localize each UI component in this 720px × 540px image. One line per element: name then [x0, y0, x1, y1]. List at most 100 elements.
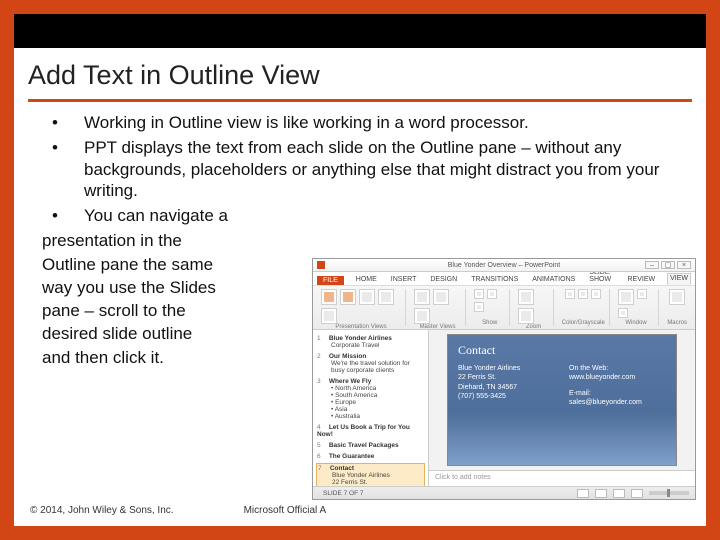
minimize-icon[interactable]: – [645, 261, 659, 269]
outline-title: Basic Travel Packages [329, 442, 399, 449]
outline-title: Our Mission [329, 353, 367, 360]
bullet-3-line: Outline pane the same [42, 254, 302, 275]
cascade-icon[interactable] [618, 308, 628, 318]
outline-sub: • North America [331, 385, 424, 392]
outline-sub: Corporate Travel [331, 342, 424, 349]
tab-review[interactable]: REVIEW [625, 275, 657, 285]
ribbon-group-window: Window [614, 289, 660, 326]
outline-item[interactable]: 4 Let Us Book a Trip for You Now! [317, 424, 424, 438]
tab-file[interactable]: FILE [317, 276, 344, 285]
close-icon[interactable]: × [677, 261, 691, 269]
tab-home[interactable]: HOME [354, 275, 379, 285]
macros-icon[interactable] [669, 289, 685, 305]
blackwhite-icon[interactable] [591, 289, 601, 299]
zoom-slider[interactable] [649, 491, 689, 495]
outline-item-selected[interactable]: 7 Contact Blue Yonder Airlines 22 Ferris… [317, 464, 424, 486]
slide-line: Blue Yonder Airlines [458, 364, 555, 373]
ppt-slide-area: Contact Blue Yonder Airlines 22 Ferris S… [429, 330, 695, 470]
notes-page-icon[interactable] [378, 289, 394, 305]
outline-num: 2 [317, 353, 327, 360]
ribbon-group-presentation-views: Presentation Views [317, 289, 406, 326]
grayscale-icon[interactable] [578, 289, 588, 299]
handout-master-icon[interactable] [433, 289, 449, 305]
outline-sub: • Europe [331, 399, 424, 406]
zoom-icon[interactable] [518, 289, 534, 305]
bullet-3-first: You can navigate a [84, 205, 678, 226]
reading-view-icon[interactable] [321, 308, 337, 324]
bullet-mark: • [42, 205, 84, 226]
outline-sub: • Asia [331, 406, 424, 413]
outline-sub: • Australia [331, 413, 424, 420]
bullet-mark: • [42, 112, 84, 133]
ribbon-group-label: Show [482, 320, 497, 326]
window-buttons: – ▢ × [645, 261, 691, 269]
reading-view-btn-icon[interactable] [613, 489, 625, 498]
bullet-3-line: pane – scroll to the [42, 300, 302, 321]
arrange-all-icon[interactable] [637, 289, 647, 299]
ruler-icon[interactable] [474, 289, 484, 299]
tab-insert[interactable]: INSERT [389, 275, 419, 285]
bullet-3-line: desired slide outline [42, 323, 302, 344]
ribbon-group-macros: Macros [663, 289, 691, 326]
slide-frame: Add Text in Outline View • Working in Ou… [0, 0, 720, 540]
notes-master-icon[interactable] [414, 308, 430, 324]
slide-line: (707) 555-3425 [458, 392, 555, 401]
new-window-icon[interactable] [618, 289, 634, 305]
slide-sorter-icon[interactable] [359, 289, 375, 305]
bullet-mark: • [42, 137, 84, 201]
ribbon-group-label: Macros [667, 320, 687, 326]
outline-item[interactable]: 5 Basic Travel Packages [317, 442, 424, 449]
ribbon-group-show: Show [470, 289, 510, 326]
bullet-2: • PPT displays the text from each slide … [42, 137, 678, 201]
outline-num: 5 [317, 442, 327, 449]
slide-line: sales@blueyonder.com [569, 398, 666, 407]
tab-design[interactable]: DESIGN [428, 275, 459, 285]
ribbon-group-color: Color/Grayscale [558, 289, 610, 326]
ppt-outline-pane[interactable]: 1 Blue Yonder Airlines Corporate Travel … [313, 330, 429, 486]
outline-view-icon[interactable] [340, 289, 356, 305]
outline-title: The Guarantee [329, 453, 375, 460]
ppt-window-title: Blue Yonder Overview – PowerPoint [313, 262, 695, 269]
tab-transitions[interactable]: TRANSITIONS [469, 275, 520, 285]
ppt-workspace: 1 Blue Yonder Airlines Corporate Travel … [313, 330, 695, 486]
bullet-3-wrapped: presentation in the Outline pane the sam… [42, 230, 302, 368]
bullet-1-text: Working in Outline view is like working … [84, 112, 678, 133]
fit-window-icon[interactable] [518, 308, 534, 324]
slide-footer: © 2014, John Wiley & Sons, Inc. Microsof… [30, 505, 326, 516]
outline-item[interactable]: 2 Our Mission We're the travel solution … [317, 353, 424, 374]
tab-view[interactable]: VIEW [667, 273, 691, 285]
outline-item[interactable]: 1 Blue Yonder Airlines Corporate Travel [317, 335, 424, 349]
ppt-titlebar: Blue Yonder Overview – PowerPoint – ▢ × [313, 259, 695, 272]
slide-line: E-mail: [569, 389, 666, 398]
ppt-notes-pane[interactable]: Click to add notes [429, 470, 695, 486]
guides-icon[interactable] [474, 302, 484, 312]
bullet-2-text: PPT displays the text from each slide on… [84, 137, 678, 201]
normal-view-icon[interactable] [321, 289, 337, 305]
title-underline [28, 99, 692, 102]
slide-line: 22 Ferris St. [458, 373, 555, 382]
slide-master-icon[interactable] [414, 289, 430, 305]
normal-view-btn-icon[interactable] [577, 489, 589, 498]
outline-sub: We're the travel solution for busy corpo… [331, 360, 424, 374]
tab-animations[interactable]: ANIMATIONS [530, 275, 577, 285]
outline-num: 1 [317, 335, 327, 342]
outline-num: 3 [317, 378, 327, 385]
outline-item[interactable]: 6 The Guarantee [317, 453, 424, 460]
ppt-slide-preview[interactable]: Contact Blue Yonder Airlines 22 Ferris S… [447, 334, 677, 466]
footer-series: Microsoft Official A [244, 505, 327, 516]
sorter-view-btn-icon[interactable] [595, 489, 607, 498]
maximize-icon[interactable]: ▢ [661, 261, 675, 269]
slide-col-2: On the Web: www.blueyonder.com E-mail: s… [569, 364, 666, 408]
outline-item[interactable]: 3 Where We Fly • North America • South A… [317, 378, 424, 420]
page-title: Add Text in Outline View [14, 54, 706, 93]
footer-copyright: © 2014, John Wiley & Sons, Inc. [30, 505, 174, 516]
slide-col-1: Blue Yonder Airlines 22 Ferris St. Dieha… [458, 364, 555, 408]
bullet-3-line: and then click it. [42, 347, 302, 368]
ribbon-group-zoom: Zoom [514, 289, 553, 326]
slideshow-btn-icon[interactable] [631, 489, 643, 498]
color-icon[interactable] [565, 289, 575, 299]
ribbon-group-label: Color/Grayscale [562, 320, 605, 326]
ppt-ribbon: Presentation Views Master Views Show [313, 286, 695, 330]
gridlines-icon[interactable] [487, 289, 497, 299]
outline-title: Where We Fly [329, 378, 372, 385]
